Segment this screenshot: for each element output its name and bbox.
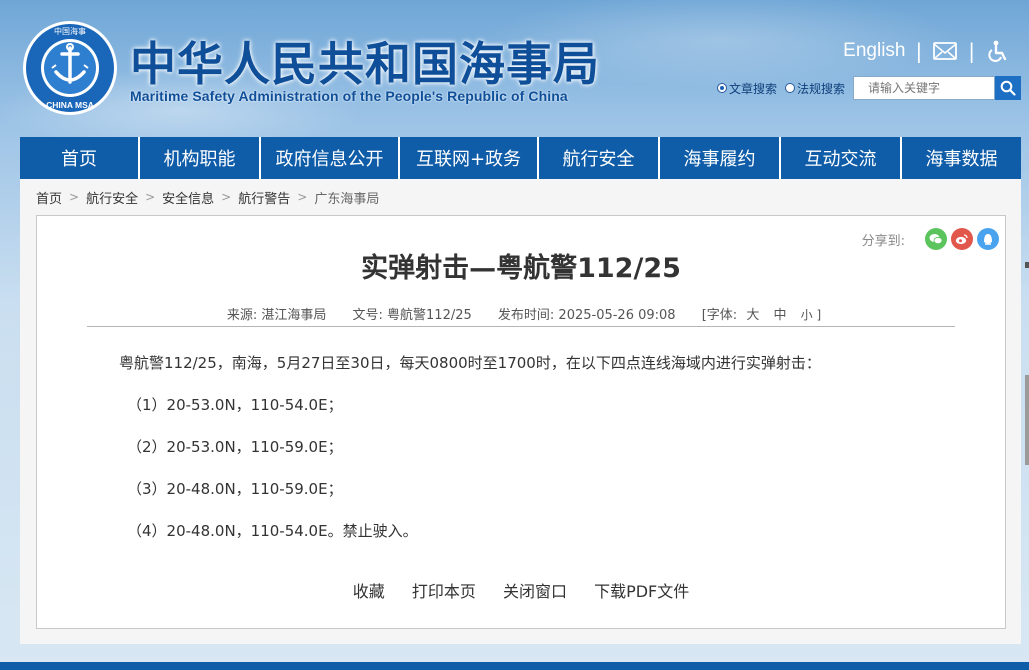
article-body: 粤航警112/25，南海，5月27日至30日，每天0800时至1700时，在以下… bbox=[119, 352, 939, 562]
font-size-large[interactable]: 大 bbox=[746, 308, 759, 323]
english-link[interactable]: English bbox=[843, 40, 905, 62]
font-size-label: [字体: bbox=[701, 308, 738, 323]
nav-item-nav-safety[interactable]: 航行安全 bbox=[539, 137, 658, 179]
nav-item-home[interactable]: 首页 bbox=[20, 137, 138, 179]
china-msa-emblem-icon[interactable]: 中国海事 CHINA MSA bbox=[22, 20, 118, 116]
logo-text-bottom: CHINA MSA bbox=[46, 100, 94, 110]
breadcrumb-separator: > bbox=[297, 190, 308, 204]
breadcrumb-nav-warnings[interactable]: 航行警告 bbox=[238, 188, 290, 207]
footer-strip bbox=[0, 662, 1029, 670]
meta-doc-number: 文号: 粤航警112/25 bbox=[352, 308, 472, 323]
meta-source: 来源: 湛江海事局 bbox=[226, 308, 327, 323]
breadcrumb-home[interactable]: 首页 bbox=[36, 188, 62, 207]
breadcrumb-separator: > bbox=[145, 190, 156, 204]
article-title: 实弹射击—粤航警112/25 bbox=[361, 253, 681, 284]
header: 中国海事 CHINA MSA 中华人民共和国海事局 Maritime Safet… bbox=[0, 0, 1029, 137]
radio-law-label: 法规搜索 bbox=[796, 81, 845, 96]
search-icon bbox=[1000, 80, 1016, 96]
nav-item-data[interactable]: 海事数据 bbox=[902, 137, 1021, 179]
meta-publish-time: 发布时间: 2025-05-26 09:08 bbox=[497, 308, 676, 323]
search-button[interactable] bbox=[995, 76, 1021, 100]
print-link[interactable]: 打印本页 bbox=[412, 582, 476, 601]
coordinate-item: （1）20-53.0N，110-54.0E； bbox=[127, 396, 343, 414]
breadcrumb-separator: > bbox=[69, 190, 80, 204]
logo-text-top: 中国海事 bbox=[54, 26, 86, 36]
breadcrumb: 首页 > 航行安全 > 安全信息 > 航行警告 > 广东海事局 bbox=[20, 179, 1021, 215]
close-window-link[interactable]: 关闭窗口 bbox=[503, 582, 567, 601]
coordinate-item: （2）20-53.0N，110-59.0E； bbox=[127, 438, 343, 456]
content-area: 分享到: 实弹射击—粤航警112/25 来源: 湛江海事局 文号: 粤航警112… bbox=[20, 215, 1021, 644]
coordinate-item: （4）20-48.0N，110-54.0E。禁止驶入。 bbox=[127, 522, 418, 540]
radio-law-search[interactable]: 法规搜索 bbox=[784, 80, 845, 97]
breadcrumb-safety-info[interactable]: 安全信息 bbox=[162, 188, 214, 207]
site-title: 中华人民共和国海事局 bbox=[130, 37, 600, 91]
top-links: English | | bbox=[843, 38, 1011, 64]
site-subtitle: Maritime Safety Administration of the Pe… bbox=[130, 88, 568, 104]
nav-item-functions[interactable]: 机构职能 bbox=[140, 137, 259, 179]
nav-item-gov-info[interactable]: 政府信息公开 bbox=[261, 137, 398, 179]
main-nav: 首页 机构职能 政府信息公开 互联网+政务 航行安全 海事履约 互动交流 海事数… bbox=[20, 137, 1021, 179]
radio-article-search[interactable]: 文章搜索 bbox=[716, 80, 777, 97]
article-actions: 收藏 打印本页 关闭窗口 下载PDF文件 bbox=[37, 578, 1005, 602]
divider: | bbox=[968, 39, 975, 63]
article-paragraph: 粤航警112/25，南海，5月27日至30日，每天0800时至1700时，在以下… bbox=[119, 354, 821, 372]
font-size-medium[interactable]: 中 bbox=[773, 308, 786, 323]
breadcrumb-guangdong[interactable]: 广东海事局 bbox=[314, 188, 379, 207]
search-input[interactable] bbox=[853, 76, 995, 100]
divider: | bbox=[915, 39, 923, 63]
nav-item-internet-gov[interactable]: 互联网+政务 bbox=[400, 137, 537, 179]
breadcrumb-nav-safety[interactable]: 航行安全 bbox=[86, 188, 138, 207]
coordinate-item: （3）20-48.0N，110-59.0E； bbox=[127, 480, 343, 498]
search-bar: 文章搜索 法规搜索 bbox=[716, 76, 1021, 100]
edge-marker bbox=[1025, 262, 1029, 268]
scrollbar-thumb[interactable] bbox=[1025, 375, 1029, 465]
download-pdf-link[interactable]: 下载PDF文件 bbox=[594, 582, 689, 601]
font-size-small[interactable]: 小 ] bbox=[801, 308, 822, 322]
radio-article-label: 文章搜索 bbox=[728, 81, 777, 96]
article-panel: 分享到: 实弹射击—粤航警112/25 来源: 湛江海事局 文号: 粤航警112… bbox=[36, 215, 1006, 629]
meta-divider bbox=[87, 326, 955, 327]
mail-icon[interactable] bbox=[932, 39, 958, 63]
radio-law-dot[interactable] bbox=[784, 83, 795, 93]
nav-item-compliance[interactable]: 海事履约 bbox=[660, 137, 779, 179]
radio-article-dot[interactable] bbox=[716, 83, 727, 93]
nav-item-interaction[interactable]: 互动交流 bbox=[781, 137, 900, 179]
favorite-link[interactable]: 收藏 bbox=[353, 582, 385, 601]
article-meta: 来源: 湛江海事局 文号: 粤航警112/25 发布时间: 2025-05-26… bbox=[37, 304, 1005, 323]
breadcrumb-separator: > bbox=[221, 190, 232, 204]
accessibility-icon[interactable] bbox=[985, 39, 1011, 63]
